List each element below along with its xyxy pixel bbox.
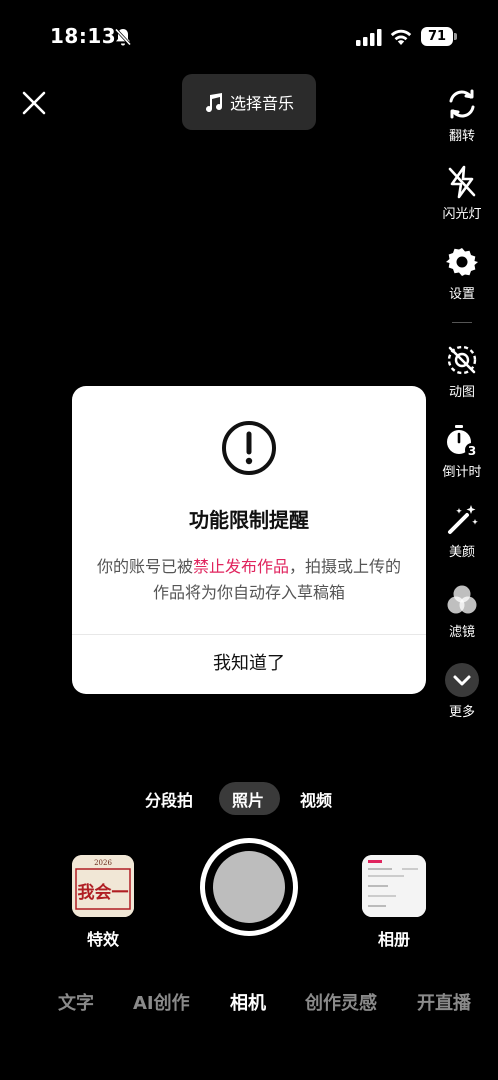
shutter-inner	[213, 851, 285, 923]
mode-segment[interactable]: 分段拍	[145, 787, 193, 811]
svg-text:3: 3	[468, 444, 476, 458]
tab-inspiration[interactable]: 创作灵感	[305, 989, 377, 1015]
dialog-message: 你的账号已被禁止发布作品，拍摄或上传的作品将为你自动存入草稿箱	[92, 554, 406, 606]
flash-button[interactable]: 闪光灯	[436, 164, 488, 222]
restriction-dialog: 功能限制提醒 你的账号已被禁止发布作品，拍摄或上传的作品将为你自动存入草稿箱 我…	[72, 386, 426, 694]
tab-live[interactable]: 开直播	[417, 989, 471, 1015]
mode-photo[interactable]: 照片	[232, 787, 264, 811]
filter-button[interactable]: 滤镜	[436, 582, 488, 640]
beauty-button[interactable]: 美颜	[436, 502, 488, 560]
acknowledge-button[interactable]: 我知道了	[72, 635, 426, 693]
tab-camera[interactable]: 相机	[230, 989, 266, 1015]
status-time: 18:13	[50, 24, 117, 48]
flash-off-icon	[448, 165, 476, 199]
chevron-down-icon	[445, 663, 479, 697]
filter-label: 滤镜	[448, 625, 475, 640]
battery-indicator: 71	[421, 27, 457, 46]
effect-thumbnail: 2026 我会一	[72, 855, 134, 917]
motion-label: 动图	[448, 385, 475, 400]
beauty-label: 美颜	[448, 545, 475, 560]
album-label: 相册	[378, 930, 411, 949]
message-highlight: 禁止发布作品	[192, 557, 289, 576]
album-thumbnail	[362, 855, 426, 917]
exclamation-icon	[222, 421, 276, 475]
battery-level: 71	[421, 27, 453, 46]
tab-ai-create[interactable]: AI创作	[133, 989, 190, 1015]
more-button[interactable]: 更多	[436, 662, 488, 720]
message-prefix: 你的账号已被	[96, 557, 193, 576]
battery-tip	[454, 33, 457, 40]
gear-icon	[446, 248, 478, 276]
select-music-label: 选择音乐	[229, 94, 294, 113]
music-note-icon	[205, 93, 222, 112]
timer-button[interactable]: 3 倒计时	[436, 422, 488, 480]
toolbar-divider	[452, 322, 472, 323]
mode-video[interactable]: 视频	[300, 787, 332, 811]
close-icon[interactable]	[20, 89, 48, 117]
timer-icon: 3	[447, 425, 479, 458]
settings-button[interactable]: 设置	[436, 244, 488, 302]
motion-off-icon	[447, 345, 477, 375]
wifi-icon	[390, 29, 412, 45]
album-button[interactable]	[362, 855, 426, 917]
cellular-signal-icon	[356, 29, 382, 46]
filter-icon	[447, 585, 477, 614]
tab-text[interactable]: 文字	[58, 989, 94, 1015]
effects-label: 特效	[87, 930, 120, 949]
settings-label: 设置	[448, 287, 475, 302]
motion-button[interactable]: 动图	[436, 342, 488, 400]
bell-muted-icon	[114, 28, 132, 46]
magic-wand-icon	[448, 505, 478, 534]
effect-text: 我会一	[78, 882, 129, 903]
flip-camera-icon	[449, 89, 475, 119]
select-music-button[interactable]: 选择音乐	[182, 74, 316, 130]
timer-label: 倒计时	[442, 465, 482, 480]
dialog-title: 功能限制提醒	[189, 508, 309, 532]
effects-button[interactable]: 2026 我会一	[72, 855, 134, 917]
more-label: 更多	[448, 705, 475, 720]
flip-label: 翻转	[448, 129, 475, 144]
flash-label: 闪光灯	[442, 207, 482, 222]
shutter-button[interactable]	[200, 838, 298, 936]
effect-year: 2026	[94, 859, 112, 867]
flip-camera-button[interactable]: 翻转	[436, 86, 488, 144]
